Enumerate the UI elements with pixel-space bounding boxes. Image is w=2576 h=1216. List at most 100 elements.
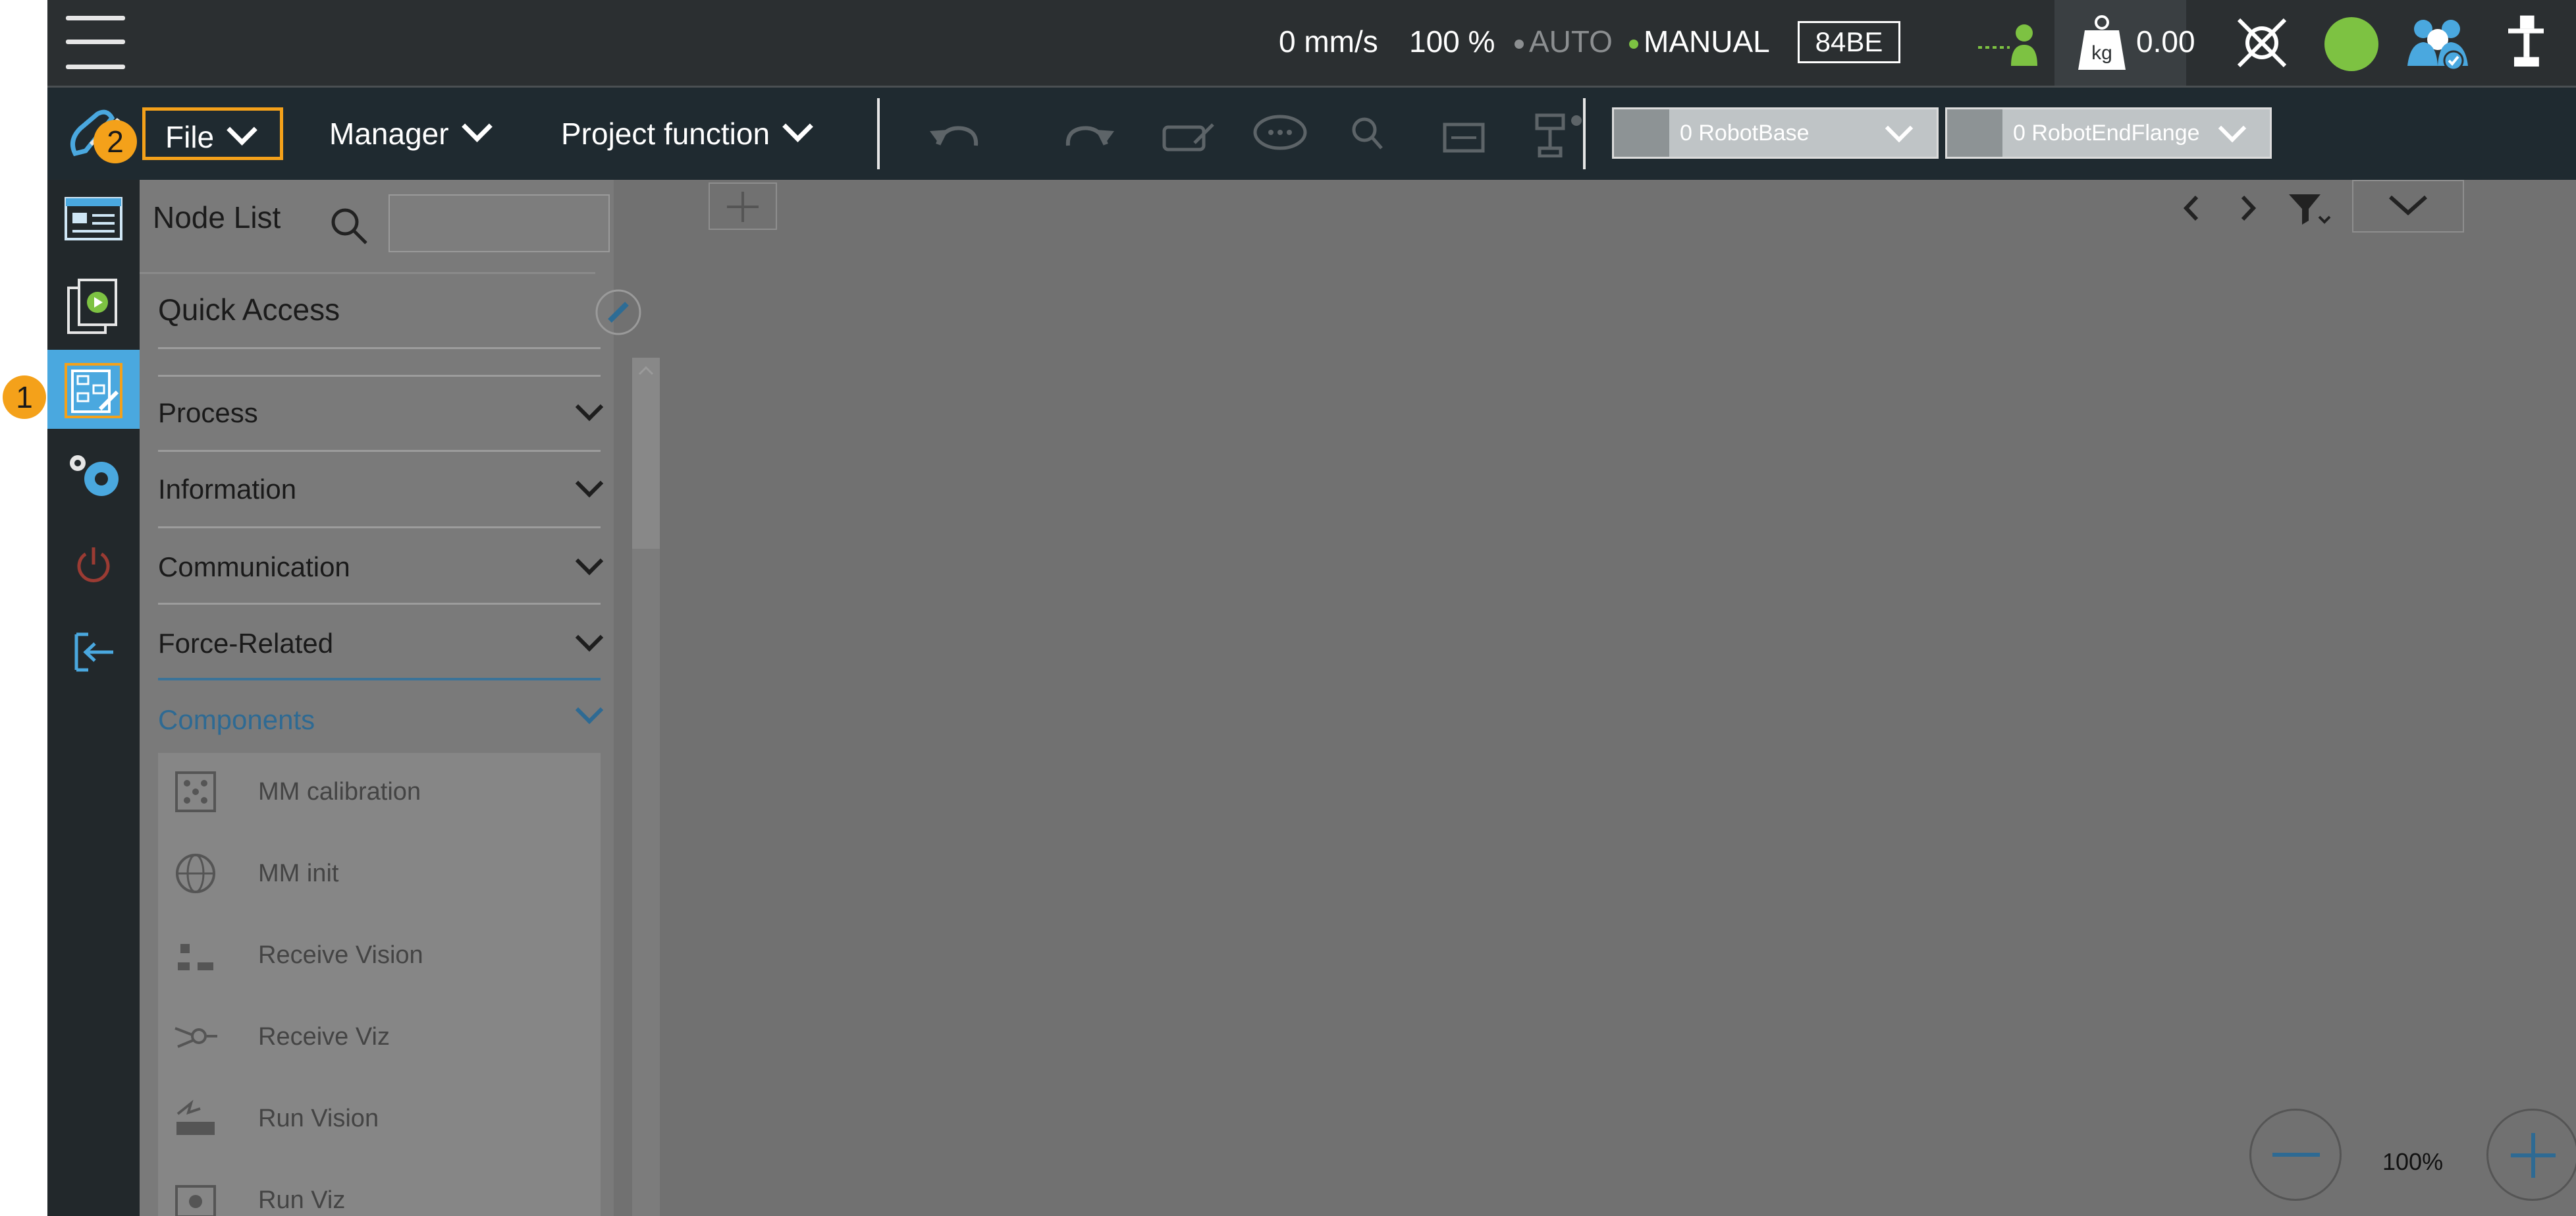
- category-label: Communication: [158, 551, 350, 582]
- zoom-out-button[interactable]: [2249, 1109, 2342, 1201]
- category-label: Components: [158, 704, 315, 735]
- add-node-button[interactable]: [709, 182, 777, 230]
- node-label: Run Vision: [258, 1105, 379, 1132]
- node-run-viz[interactable]: Run Viz: [158, 1161, 601, 1216]
- callout-marker-2: 2: [94, 120, 137, 163]
- node-list-panel: Node List Quick Access Process Informati…: [140, 180, 660, 1216]
- globe-icon: [176, 854, 215, 893]
- chevron-down-icon: [2218, 114, 2247, 143]
- divider: [158, 347, 601, 349]
- zoom-in-button[interactable]: [2486, 1109, 2576, 1201]
- nav-program-run[interactable]: [47, 265, 140, 345]
- base-frame-icon: [1614, 109, 1669, 157]
- divider: [158, 678, 601, 680]
- node-receive-viz[interactable]: Receive Viz: [158, 998, 601, 1080]
- menu-bar: File Manager Project function 0 RobotBas…: [47, 88, 2576, 180]
- divider: [158, 375, 601, 377]
- robot-state-icon[interactable]: [2232, 13, 2292, 72]
- left-navigation: [47, 180, 140, 1216]
- edit-toolbar: [930, 113, 1582, 157]
- redo-icon[interactable]: [1065, 126, 1114, 146]
- project-function-menu[interactable]: Project function: [561, 107, 813, 160]
- mode-auto[interactable]: AUTO: [1515, 20, 1613, 63]
- status-bar: 0 mm/s 100 % AUTO MANUAL 84BE kg 0.00: [47, 0, 2576, 88]
- nav-logout[interactable]: [47, 615, 140, 694]
- mode-manual[interactable]: MANUAL: [1629, 20, 1770, 63]
- controller-id-badge: 84BE: [1798, 21, 1900, 63]
- chevron-down-icon: [575, 393, 604, 422]
- node-label: MM init: [258, 860, 339, 887]
- node-receive-vision[interactable]: Receive Vision: [158, 916, 601, 998]
- collapse-toolbar-button[interactable]: [2352, 180, 2464, 233]
- programming-workspace: Node List Quick Access Process Informati…: [140, 180, 2576, 1216]
- scrollbar-thumb[interactable]: [632, 549, 660, 1216]
- payload-weight-icon: kg: [2078, 15, 2126, 70]
- speed-readout: 0 mm/s: [1279, 24, 1378, 59]
- search-icon[interactable]: [329, 206, 369, 246]
- variable-watch-icon[interactable]: [1443, 123, 1485, 153]
- viz-receive-icon: [174, 1027, 217, 1048]
- category-label: Process: [158, 397, 258, 428]
- settings-gear-icon: [70, 455, 119, 496]
- toolbar-divider: [1583, 98, 1586, 169]
- chevron-down-icon: [575, 469, 604, 498]
- hamburger-menu-icon[interactable]: [66, 14, 125, 69]
- users-icon[interactable]: [2405, 13, 2471, 72]
- node-run-vision[interactable]: Run Vision: [158, 1080, 601, 1161]
- quick-access-label[interactable]: Quick Access: [158, 292, 340, 327]
- manager-menu[interactable]: Manager: [329, 107, 493, 160]
- status-light-icon[interactable]: [2324, 17, 2378, 71]
- divider: [158, 450, 601, 452]
- operator-status-icon[interactable]: [1977, 13, 2043, 72]
- node-list-title: Node List: [153, 200, 281, 235]
- nav-programming[interactable]: [47, 350, 140, 429]
- comment-icon[interactable]: [1253, 115, 1307, 150]
- chevron-left-icon[interactable]: [2176, 192, 2209, 225]
- nav-power[interactable]: [47, 529, 140, 608]
- components-list: MM calibration MM init Receive Vision Re…: [158, 753, 601, 1216]
- vision-receive-icon: [178, 944, 213, 970]
- filter-icon[interactable]: [2286, 190, 2332, 230]
- robot-arm-icon[interactable]: [2500, 13, 2552, 72]
- nav-home[interactable]: [47, 180, 140, 259]
- nav-settings[interactable]: [47, 437, 140, 516]
- undo-icon[interactable]: [930, 126, 979, 146]
- power-icon: [77, 547, 110, 582]
- divider: [158, 526, 601, 528]
- speed-percent[interactable]: 100 %: [1409, 20, 1495, 63]
- chevron-down-icon: [1885, 114, 1914, 143]
- debug-robot-icon[interactable]: [1535, 113, 1582, 157]
- chevron-right-icon[interactable]: [2231, 192, 2264, 225]
- payload-value: 0.00: [2136, 24, 2195, 59]
- category-label: Information: [158, 474, 297, 505]
- chevron-down-icon: [575, 623, 604, 652]
- chevron-down-icon: [575, 696, 604, 725]
- category-label: Force-Related: [158, 628, 334, 659]
- chevron-down-icon: [575, 547, 604, 576]
- zoom-level: 100%: [2382, 1148, 2444, 1175]
- vision-run-icon: [176, 1099, 215, 1135]
- rename-node-icon[interactable]: [1162, 123, 1214, 152]
- svg-text:kg: kg: [2091, 42, 2112, 64]
- node-search-input[interactable]: [389, 194, 610, 252]
- dashboard-icon: [65, 197, 122, 240]
- chevron-down-icon: [2389, 195, 2427, 216]
- tool-coordinate-dropdown[interactable]: 0 RobotEndFlange: [1945, 107, 2272, 159]
- program-run-icon: [67, 279, 117, 334]
- edit-pencil-icon[interactable]: [594, 288, 643, 337]
- minus-icon: [2272, 1153, 2320, 1157]
- file-menu[interactable]: File: [142, 107, 283, 160]
- divider: [158, 603, 601, 605]
- base-coordinate-dropdown[interactable]: 0 RobotBase: [1612, 107, 1939, 159]
- node-label: Receive Vision: [258, 941, 423, 969]
- node-mm-init[interactable]: MM init: [158, 835, 601, 916]
- node-label: Receive Viz: [258, 1023, 390, 1051]
- node-mm-calibration[interactable]: MM calibration: [158, 753, 601, 835]
- node-list-scrollbar[interactable]: [632, 358, 660, 1216]
- program-canvas[interactable]: 100%: [709, 180, 2576, 1216]
- grid-dots-icon: [175, 771, 216, 812]
- node-label: Run Viz: [258, 1186, 346, 1214]
- scroll-up-icon[interactable]: [637, 366, 655, 376]
- robot-teach-pendant-app: 0 mm/s 100 % AUTO MANUAL 84BE kg 0.00 Fi…: [47, 0, 2576, 1216]
- search-node-icon[interactable]: [1352, 117, 1383, 150]
